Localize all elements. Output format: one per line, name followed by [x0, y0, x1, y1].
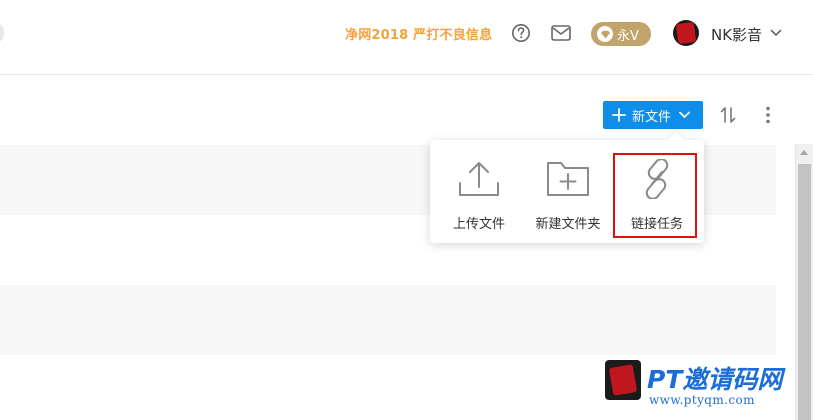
- search-box-edge[interactable]: [0, 24, 4, 42]
- watermark-url: www.ptyqm.com: [649, 393, 755, 407]
- menu-item-upload[interactable]: 上传文件: [444, 140, 514, 243]
- more-vertical-icon[interactable]: [764, 106, 772, 124]
- watermark-title: PT邀请码网: [647, 365, 783, 394]
- list-item[interactable]: [0, 285, 776, 355]
- diamond-icon: [597, 26, 613, 42]
- upload-icon: [459, 162, 499, 196]
- avatar[interactable]: [673, 20, 699, 46]
- promo-text[interactable]: 净网2018 严打不良信息: [345, 24, 492, 43]
- menu-item-label: 上传文件: [452, 217, 505, 232]
- vip-badge[interactable]: 永V: [591, 22, 651, 46]
- scroll-up-arrow[interactable]: [800, 150, 808, 155]
- mail-icon[interactable]: [551, 25, 571, 41]
- sort-icon[interactable]: [718, 105, 738, 125]
- watermark: PT邀请码网 www.ptyqm.com: [605, 360, 805, 420]
- vip-label: 永V: [617, 28, 639, 44]
- plus-icon: [612, 108, 626, 122]
- watermark-seal-logo: [605, 360, 641, 400]
- chevron-down-icon[interactable]: [770, 28, 782, 38]
- avatar-seal: [675, 21, 697, 45]
- help-circle-icon[interactable]: [511, 23, 531, 43]
- chevron-down-icon: [679, 111, 690, 118]
- new-file-label: 新文件: [632, 108, 672, 124]
- new-file-button[interactable]: 新文件: [603, 101, 703, 129]
- top-header: 净网2018 严打不良信息 永V NK影音: [0, 0, 813, 75]
- menu-item-label: 新建文件夹: [535, 217, 601, 232]
- highlight-annotation: [613, 153, 697, 238]
- new-folder-icon: [547, 162, 589, 196]
- menu-item-new-folder[interactable]: 新建文件夹: [530, 140, 606, 243]
- username[interactable]: NK影音: [711, 24, 762, 45]
